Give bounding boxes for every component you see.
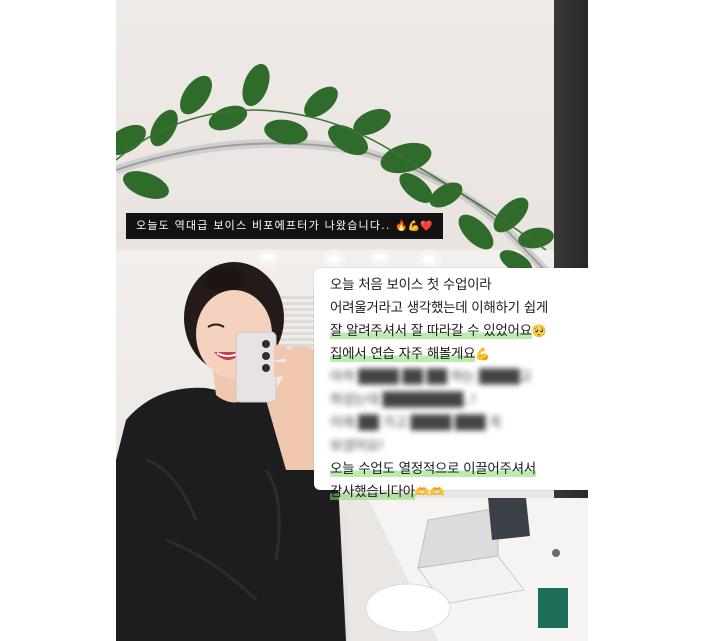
message-line-text: 오늘 처음 보이스 첫 수업이라 <box>330 277 492 293</box>
message-line: 잘 알려주셔서 잘 따라갈 수 있었어요🥺 <box>330 320 580 343</box>
message-line-text: 오늘 수업도 열정적으로 이끌어주셔서 <box>330 461 536 477</box>
message-line: 오늘 수업도 열정적으로 이끌어주셔서 <box>330 458 580 481</box>
message-line-text: 이제 ██ 가고 ████ ███ 꼭 <box>330 415 502 431</box>
caption-text: 오늘도 역대급 보이스 비포에프터가 나왔습니다.. <box>136 219 391 232</box>
message-line-text: 보셨어요! <box>330 438 384 454</box>
table-with-laptop <box>348 498 588 641</box>
message-line-redacted: 이제 ██ 가고 ████ ███ 꼭 <box>330 412 580 435</box>
message-line-text: 감사했습니다아 <box>330 484 415 500</box>
flexed-biceps-emoji: 💪 <box>475 347 490 361</box>
message-line: 집에서 연습 자주 해볼게요💪 <box>330 343 580 366</box>
message-line-text: 하셨는데 ████████..! <box>330 392 477 408</box>
message-line: 오늘 처음 보이스 첫 수업이라 <box>330 274 580 297</box>
story-caption: 오늘도 역대급 보이스 비포에프터가 나왔습니다.. 🔥💪❤️ <box>126 213 443 239</box>
message-line-text: 집에서 연습 자주 해볼게요 <box>330 346 476 362</box>
message-line-redacted: 하셨는데 ████████..! <box>330 389 580 412</box>
heart-hands-emoji: 🫶🫶 <box>414 485 445 499</box>
caption-emojis: 🔥💪❤️ <box>395 221 433 232</box>
story-photo: 오늘도 역대급 보이스 비포에프터가 나왔습니다.. 🔥💪❤️ 오늘 처음 보이… <box>116 0 588 641</box>
message-line: 감사했습니다아🫶🫶 <box>330 481 580 504</box>
pleading-face-emoji: 🥺 <box>531 324 547 338</box>
message-line-redacted: 보셨어요! <box>330 435 580 458</box>
message-line: 어려울거라고 생각했는데 이해하기 쉽게 <box>330 297 580 320</box>
message-line-text: 잘 알려주셔서 잘 따라갈 수 있었어요 <box>330 323 532 339</box>
message-line-text: 아까 ████ ██ ██ 하는 ████고 <box>330 369 532 385</box>
message-line-redacted: 아까 ████ ██ ██ 하는 ████고 <box>330 366 580 389</box>
review-message-bubble: 오늘 처음 보이스 첫 수업이라 어려울거라고 생각했는데 이해하기 쉽게 잘 … <box>314 268 588 500</box>
message-line-text: 어려울거라고 생각했는데 이해하기 쉽게 <box>330 300 549 316</box>
